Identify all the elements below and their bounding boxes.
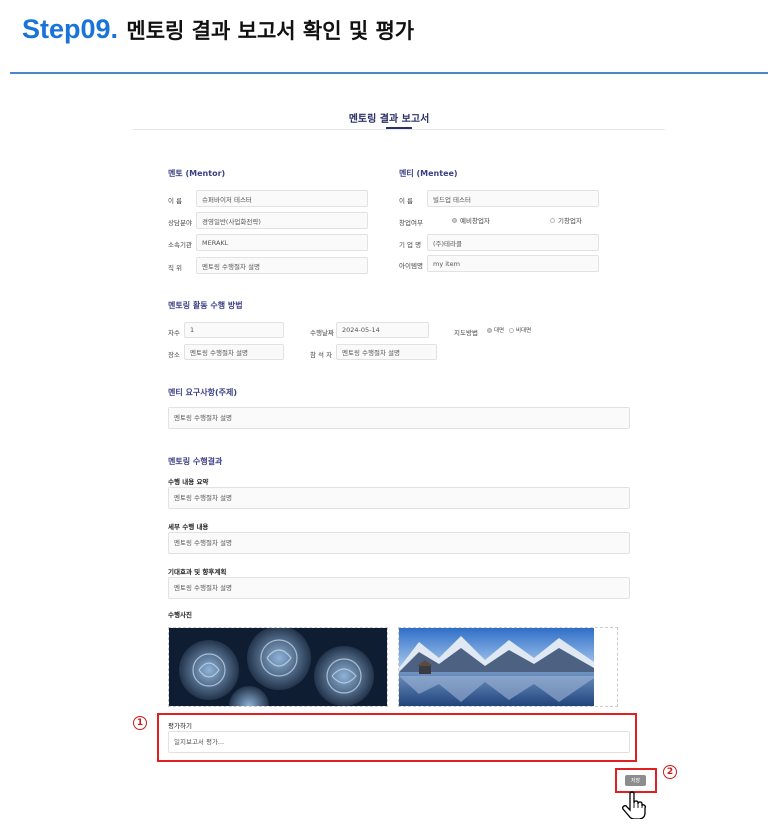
radio-dot [550,217,555,223]
report-divider [133,129,665,130]
summary-textarea[interactable]: 멘토링 수행절차 설명 [168,487,630,509]
summary-label: 수행 내용 요약 [168,478,209,486]
round-field[interactable]: 1 [184,322,284,338]
place-label: 장소 [168,351,180,359]
mentee-item-label: 아이템명 [399,262,423,270]
annotation-marker-2: 2 [663,765,677,779]
step-number: Step09. [22,14,119,44]
radio-online[interactable]: 비대면 [509,326,531,334]
radio-dot [509,327,514,333]
mentee-company-label: 기 업 명 [399,241,422,249]
page-title: Step09. 멘토링 결과 보고서 확인 및 평가 [22,14,414,45]
radio-inperson[interactable]: 대면 [487,326,504,334]
radio-label: 비대면 [516,328,532,334]
date-label: 수행날짜 [310,329,334,337]
place-field[interactable]: 멘토링 수행절차 설명 [184,344,284,360]
method-label: 지도방법 [454,329,478,337]
round-label: 차수 [168,329,180,337]
mentor-org-label: 소속기관 [168,241,192,249]
photo-roses[interactable] [168,627,388,707]
mentor-field-label: 상담분야 [168,219,192,227]
attendee-field[interactable]: 멘토링 수행절차 설명 [336,344,437,360]
photo-label: 수행사진 [168,611,192,619]
radio-startup[interactable]: 기창업자 [550,215,582,225]
request-textarea[interactable]: 멘토링 수행절차 설명 [168,407,630,429]
radio-label: 기창업자 [558,217,582,225]
hand-pointer-icon [622,791,646,823]
mentee-name-label: 이 름 [399,197,414,205]
photo-mountains[interactable] [398,627,618,707]
radio-dot [452,217,457,223]
request-heading: 멘티 요구사항(주제) [168,388,237,397]
mentor-position-label: 직 위 [168,264,183,272]
mentor-heading: 멘토 (Mentor) [168,169,226,178]
radio-prestartup[interactable]: 예비창업자 [452,215,490,225]
mentor-name-label: 이 름 [168,197,183,205]
header-divider [10,72,768,74]
mentee-item-field[interactable]: my item [427,255,599,272]
roses-image [169,628,387,706]
mentor-position-field[interactable]: 멘토링 수행절차 설명 [196,257,368,274]
result-heading: 멘토링 수행결과 [168,457,223,466]
activity-heading: 멘토링 활동 수행 방법 [168,301,243,310]
mentor-field-input[interactable]: 경영일반(사업화전략) [196,212,368,229]
save-button[interactable]: 저장 [625,775,646,786]
radio-label: 예비창업자 [460,217,490,225]
attendee-label: 참 석 자 [310,351,333,359]
mountain-image [399,628,594,706]
effect-label: 기대효과 및 향후계획 [168,568,227,576]
date-field[interactable]: 2024-05-14 [336,322,429,338]
annotation-marker-1: 1 [133,716,147,730]
step-heading: 멘토링 결과 보고서 확인 및 평가 [126,19,415,43]
mentee-startup-label: 창업여부 [399,219,423,227]
evaluation-textarea[interactable]: 일지보고서 평가... [168,731,630,753]
mentee-company-field[interactable]: (주)테라클 [427,234,599,251]
mentee-name-field[interactable]: 빌드업 테스터 [427,190,599,207]
detail-textarea[interactable]: 멘토링 수행절차 설명 [168,532,630,554]
evaluation-label: 평가하기 [168,722,192,730]
mentee-heading: 멘티 (Mentee) [399,169,458,178]
detail-label: 세부 수행 내용 [168,523,209,531]
radio-label: 대면 [494,328,505,334]
mentor-org-field[interactable]: MERAKL [196,234,368,251]
mentor-name-field[interactable]: 슈퍼바이저 테스터 [196,190,368,207]
radio-dot [487,327,492,333]
report-title: 멘토링 결과 보고서 [348,114,430,125]
effect-textarea[interactable]: 멘토링 수행절차 설명 [168,577,630,599]
